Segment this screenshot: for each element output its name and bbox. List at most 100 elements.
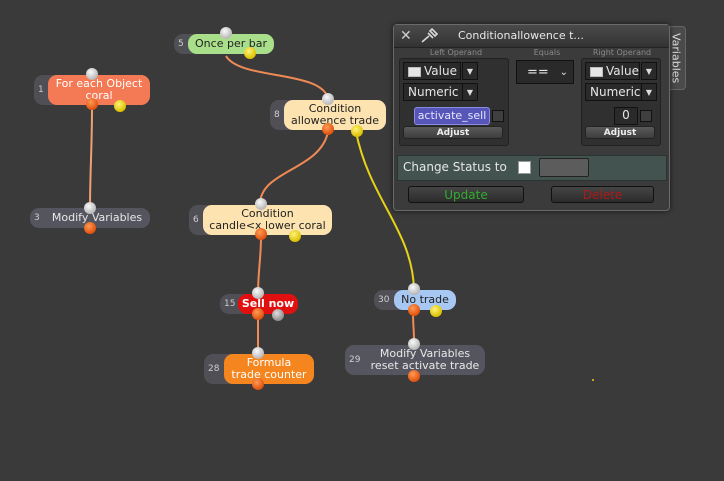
node-number: 1: [38, 85, 44, 95]
right-type-value: Value: [606, 64, 639, 78]
input-port[interactable]: [255, 198, 267, 210]
right-type-select[interactable]: Value: [585, 62, 640, 80]
operator-select[interactable]: == ⌄: [516, 60, 574, 84]
output-port-yellow[interactable]: [430, 305, 442, 317]
node-label: Once per bar: [195, 37, 267, 50]
value-type-icon: [408, 66, 421, 77]
output-port-yellow[interactable]: [114, 100, 126, 112]
output-port-orange[interactable]: [252, 378, 264, 390]
canvas-dot: [592, 379, 594, 381]
node-for-each-object[interactable]: 1 For each Object coral: [34, 68, 150, 112]
node-number: 28: [208, 364, 220, 374]
left-variable-checkbox[interactable]: [492, 110, 504, 122]
left-variable-field[interactable]: activate_sell: [414, 107, 490, 125]
output-port-orange[interactable]: [252, 308, 264, 320]
node-number: 29: [349, 355, 361, 365]
status-color-field[interactable]: [539, 158, 589, 177]
output-port-grey[interactable]: [272, 309, 284, 321]
input-port[interactable]: [86, 68, 98, 80]
input-port[interactable]: [252, 347, 264, 359]
value-type-icon: [590, 66, 603, 77]
output-port-orange[interactable]: [408, 304, 420, 316]
node-body: Condition allowence trade: [284, 100, 386, 130]
output-port-orange[interactable]: [322, 123, 334, 135]
node-sell-now[interactable]: 15 Sell now: [220, 287, 298, 321]
node-body: Condition candle<x lower coral: [203, 205, 332, 235]
node-label-line2: allowence trade: [291, 114, 379, 127]
panel-titlebar[interactable]: ✕ Conditionallowence t...: [394, 25, 669, 48]
node-body: For each Object coral: [48, 75, 150, 105]
node-body: Modify Variables reset activate trade: [365, 345, 485, 375]
node-label: No trade: [401, 293, 449, 306]
node-number: 3: [34, 213, 40, 223]
wire-30-to-29: [412, 311, 415, 341]
wire-8-to-6: [259, 131, 329, 204]
delete-button[interactable]: Delete: [551, 186, 654, 203]
output-port-yellow[interactable]: [244, 47, 256, 59]
chevron-down-icon[interactable]: ▼: [641, 62, 657, 80]
left-adjust-button[interactable]: Adjust: [403, 126, 503, 139]
node-number: 15: [224, 299, 236, 309]
node-once-per-bar[interactable]: 5 Once per bar: [174, 27, 274, 59]
node-modify-variables-3[interactable]: 3 Modify Variables: [30, 202, 150, 234]
node-no-trade[interactable]: 30 No trade: [374, 283, 456, 317]
node-label-line2: reset activate trade: [370, 359, 480, 372]
node-body: Modify Variables: [44, 208, 150, 228]
change-status-checkbox[interactable]: [518, 161, 531, 174]
input-port[interactable]: [322, 93, 334, 105]
change-status-label: Change Status to: [403, 160, 507, 174]
output-port-yellow[interactable]: [289, 230, 301, 242]
input-port[interactable]: [408, 283, 420, 295]
node-body: Once per bar: [188, 34, 274, 54]
node-body: Formula trade counter: [224, 354, 314, 384]
node-body: Sell now: [238, 294, 298, 314]
left-operand-label: Left Operand: [429, 48, 483, 57]
input-port[interactable]: [408, 338, 420, 350]
output-port-yellow[interactable]: [351, 125, 363, 137]
node-label: Sell now: [241, 297, 295, 310]
node-number: 6: [193, 215, 199, 225]
node-modify-variables-29[interactable]: 29 Modify Variables reset activate trade: [345, 338, 485, 382]
chevron-down-icon[interactable]: ▼: [641, 83, 657, 101]
input-port[interactable]: [252, 287, 264, 299]
left-type-select[interactable]: Value: [403, 62, 461, 80]
node-label-line2: candle<x lower coral: [209, 219, 326, 232]
node-condition-candle[interactable]: 6 Condition candle<x lower coral: [189, 198, 332, 242]
input-port[interactable]: [84, 202, 96, 214]
left-operand-box: Value ▼ Numeric ▼ activate_sell Adjust: [399, 58, 509, 146]
output-port-orange[interactable]: [84, 222, 96, 234]
operator-value: ==: [527, 65, 549, 80]
close-icon[interactable]: ✕: [400, 29, 412, 43]
node-label: Modify Variables: [51, 211, 143, 224]
node-condition-allowence[interactable]: 8 Condition allowence trade: [270, 93, 386, 137]
node-body: No trade: [394, 290, 456, 310]
update-button[interactable]: Update: [408, 186, 524, 203]
node-number: 5: [178, 39, 184, 49]
right-value-field[interactable]: 0: [614, 107, 638, 125]
node-label-line2: trade counter: [231, 368, 307, 381]
output-port-orange[interactable]: [86, 98, 98, 110]
change-status-row: Change Status to: [397, 155, 667, 181]
panel-title: Conditionallowence t...: [458, 29, 584, 42]
node-number: 8: [274, 110, 280, 120]
pin-icon[interactable]: [420, 27, 440, 47]
wire-1-to-3: [89, 105, 93, 211]
right-format-select[interactable]: Numeric: [585, 83, 645, 101]
chevron-down-icon[interactable]: ▼: [462, 83, 478, 101]
output-port-orange[interactable]: [255, 228, 267, 240]
input-port[interactable]: [220, 27, 232, 39]
left-format-value: Numeric: [408, 85, 459, 99]
right-format-value: Numeric: [590, 85, 641, 99]
output-port-orange[interactable]: [408, 370, 420, 382]
left-type-value: Value: [424, 64, 457, 78]
chevron-down-icon: ⌄: [559, 67, 568, 78]
node-number: 30: [378, 295, 390, 305]
right-operand-box: Value ▼ Numeric ▼ 0 Adjust: [581, 58, 661, 146]
right-value-checkbox[interactable]: [640, 110, 652, 122]
node-formula[interactable]: 28 Formula trade counter: [204, 347, 314, 390]
right-adjust-button[interactable]: Adjust: [585, 126, 655, 139]
equals-label: Equals: [533, 48, 561, 57]
right-operand-label: Right Operand: [592, 48, 652, 57]
wire-5-to-8: [225, 55, 329, 99]
chevron-down-icon[interactable]: ▼: [462, 62, 478, 80]
